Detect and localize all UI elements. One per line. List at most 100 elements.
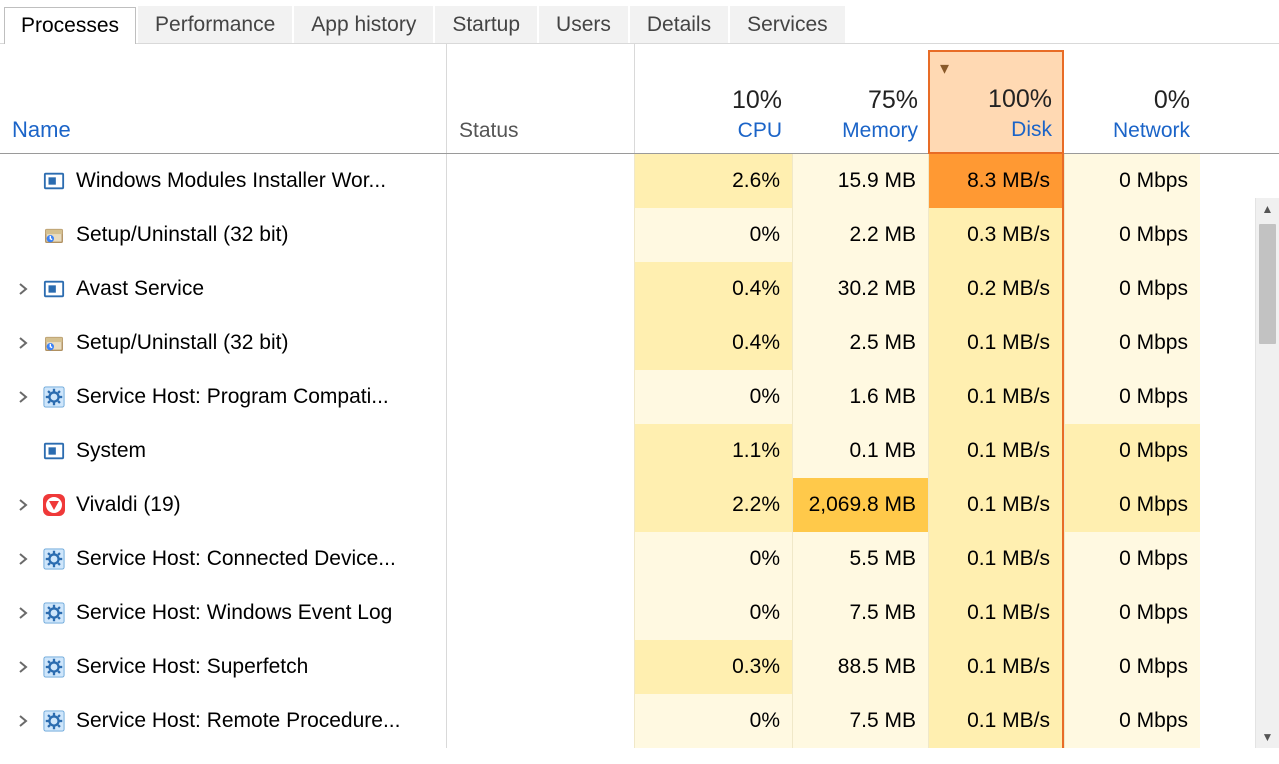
table-row[interactable]: Service Host: Program Compati...0%1.6 MB… — [0, 370, 1279, 424]
tab-users[interactable]: Users — [539, 6, 628, 43]
column-header-name[interactable]: Name — [0, 44, 446, 153]
memory-cell: 88.5 MB — [792, 640, 928, 694]
table-row[interactable]: Avast Service0.4%30.2 MB0.2 MB/s0 Mbps — [0, 262, 1279, 316]
process-name: Setup/Uninstall (32 bit) — [76, 331, 434, 355]
table-row[interactable]: Windows Modules Installer Wor...2.6%15.9… — [0, 154, 1279, 208]
vertical-scrollbar[interactable]: ▲ ▼ — [1255, 198, 1279, 748]
memory-cell: 0.1 MB — [792, 424, 928, 478]
table-header: Name Status 10% CPU 75% Memory ▾ 100% Di… — [0, 44, 1279, 154]
table-row[interactable]: System1.1%0.1 MB0.1 MB/s0 Mbps — [0, 424, 1279, 478]
mem-label: Memory — [804, 119, 918, 143]
status-cell — [446, 208, 634, 262]
expand-chevron-icon[interactable] — [14, 280, 32, 298]
tab-startup[interactable]: Startup — [435, 6, 537, 43]
scroll-thumb[interactable] — [1259, 224, 1276, 344]
tab-processes[interactable]: Processes — [4, 7, 136, 44]
table-row[interactable]: Vivaldi (19)2.2%2,069.8 MB0.1 MB/s0 Mbps — [0, 478, 1279, 532]
process-name: Service Host: Remote Procedure... — [76, 709, 434, 733]
process-name-cell: Service Host: Connected Device... — [0, 532, 446, 586]
process-name: Setup/Uninstall (32 bit) — [76, 223, 434, 247]
column-header-cpu[interactable]: 10% CPU — [634, 44, 792, 153]
expand-chevron-icon[interactable] — [14, 658, 32, 676]
process-name-cell: Vivaldi (19) — [0, 478, 446, 532]
expand-chevron-icon[interactable] — [14, 550, 32, 568]
col-status-label: Status — [459, 119, 624, 143]
status-cell — [446, 478, 634, 532]
window-icon — [42, 277, 66, 301]
memory-cell: 5.5 MB — [792, 532, 928, 586]
network-cell: 0 Mbps — [1064, 154, 1200, 208]
expand-chevron-icon[interactable] — [14, 496, 32, 514]
cpu-cell: 1.1% — [634, 424, 792, 478]
tab-details[interactable]: Details — [630, 6, 728, 43]
column-header-network[interactable]: 0% Network — [1064, 44, 1200, 153]
memory-cell: 2.2 MB — [792, 208, 928, 262]
column-header-memory[interactable]: 75% Memory — [792, 44, 928, 153]
disk-cell: 0.1 MB/s — [928, 478, 1064, 532]
network-cell: 0 Mbps — [1064, 532, 1200, 586]
scroll-down-icon[interactable]: ▼ — [1256, 726, 1279, 748]
net-pct: 0% — [1076, 86, 1190, 115]
status-cell — [446, 640, 634, 694]
status-cell — [446, 694, 634, 748]
process-name-cell: Service Host: Windows Event Log — [0, 586, 446, 640]
network-cell: 0 Mbps — [1064, 478, 1200, 532]
memory-cell: 2,069.8 MB — [792, 478, 928, 532]
network-cell: 0 Mbps — [1064, 424, 1200, 478]
process-name: Avast Service — [76, 277, 434, 301]
cpu-label: CPU — [647, 119, 782, 143]
table-row[interactable]: Setup/Uninstall (32 bit)0.4%2.5 MB0.1 MB… — [0, 316, 1279, 370]
disk-cell: 0.2 MB/s — [928, 262, 1064, 316]
table-row[interactable]: Service Host: Windows Event Log0%7.5 MB0… — [0, 586, 1279, 640]
process-name: Service Host: Windows Event Log — [76, 601, 434, 625]
sort-chevron-down-icon: ▾ — [940, 58, 949, 79]
tab-strip: ProcessesPerformanceApp historyStartupUs… — [0, 0, 1279, 44]
network-cell: 0 Mbps — [1064, 316, 1200, 370]
gear-icon — [42, 709, 66, 733]
disk-pct: 100% — [942, 85, 1052, 114]
process-name: Service Host: Superfetch — [76, 655, 434, 679]
process-name-cell: Service Host: Program Compati... — [0, 370, 446, 424]
cpu-pct: 10% — [647, 86, 782, 115]
network-cell: 0 Mbps — [1064, 370, 1200, 424]
network-cell: 0 Mbps — [1064, 694, 1200, 748]
status-cell — [446, 262, 634, 316]
disk-cell: 0.1 MB/s — [928, 694, 1064, 748]
expand-chevron-icon[interactable] — [14, 388, 32, 406]
cpu-cell: 0% — [634, 370, 792, 424]
memory-cell: 15.9 MB — [792, 154, 928, 208]
box-icon — [42, 223, 66, 247]
expand-chevron-icon[interactable] — [14, 334, 32, 352]
process-name: Service Host: Connected Device... — [76, 547, 434, 571]
expand-chevron-icon[interactable] — [14, 604, 32, 622]
table-row[interactable]: Service Host: Remote Procedure...0%7.5 M… — [0, 694, 1279, 748]
status-cell — [446, 424, 634, 478]
status-cell — [446, 532, 634, 586]
cpu-cell: 0% — [634, 208, 792, 262]
tab-services[interactable]: Services — [730, 6, 845, 43]
network-cell: 0 Mbps — [1064, 640, 1200, 694]
scroll-up-icon[interactable]: ▲ — [1256, 198, 1279, 220]
process-name-cell: Service Host: Superfetch — [0, 640, 446, 694]
tab-app-history[interactable]: App history — [294, 6, 433, 43]
process-name: Service Host: Program Compati... — [76, 385, 434, 409]
memory-cell: 30.2 MB — [792, 262, 928, 316]
status-cell — [446, 316, 634, 370]
process-name: System — [76, 439, 434, 463]
cpu-cell: 0.3% — [634, 640, 792, 694]
disk-cell: 0.1 MB/s — [928, 316, 1064, 370]
process-name: Vivaldi (19) — [76, 493, 434, 517]
expand-chevron-icon[interactable] — [14, 712, 32, 730]
column-header-status[interactable]: Status — [446, 44, 634, 153]
tab-performance[interactable]: Performance — [138, 6, 292, 43]
cpu-cell: 0.4% — [634, 262, 792, 316]
cpu-cell: 0% — [634, 532, 792, 586]
process-name-cell: Setup/Uninstall (32 bit) — [0, 316, 446, 370]
gear-icon — [42, 601, 66, 625]
column-header-disk[interactable]: ▾ 100% Disk — [928, 50, 1064, 154]
table-row[interactable]: Setup/Uninstall (32 bit)0%2.2 MB0.3 MB/s… — [0, 208, 1279, 262]
mem-pct: 75% — [804, 86, 918, 115]
table-row[interactable]: Service Host: Superfetch0.3%88.5 MB0.1 M… — [0, 640, 1279, 694]
memory-cell: 7.5 MB — [792, 694, 928, 748]
table-row[interactable]: Service Host: Connected Device... 0%5.5 M… — [0, 532, 1279, 586]
